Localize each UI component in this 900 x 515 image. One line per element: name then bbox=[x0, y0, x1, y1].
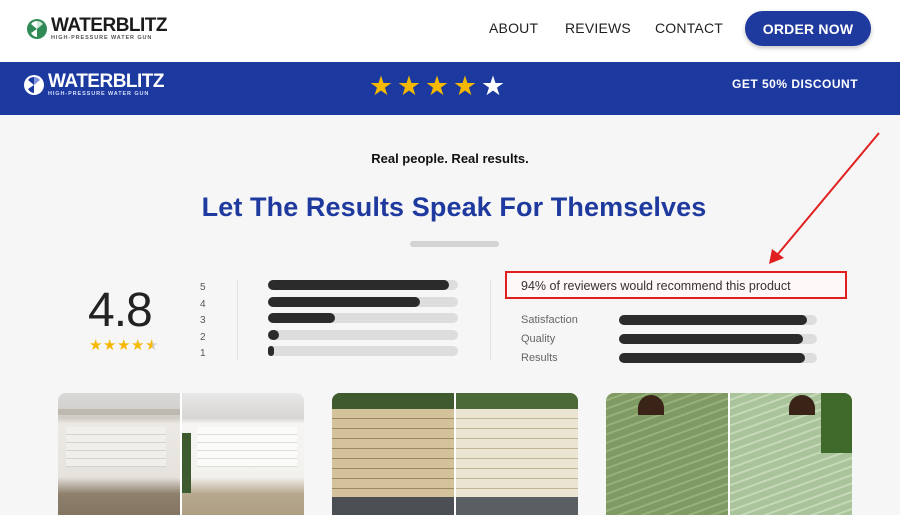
logo-mark-icon bbox=[24, 74, 44, 95]
metric-bar bbox=[619, 333, 817, 344]
rating-distribution-bars bbox=[268, 280, 458, 363]
nav-link-about[interactable]: ABOUT bbox=[489, 20, 538, 36]
metric-bar-fill bbox=[619, 333, 804, 344]
metric-bar-fill bbox=[619, 314, 808, 325]
section-headline: Let The Results Speak For Themselves bbox=[201, 192, 707, 222]
star-level-label: 1 bbox=[200, 348, 206, 359]
star-level-label: 5 bbox=[200, 282, 206, 293]
star-level-labels: 5 4 3 2 1 bbox=[200, 282, 206, 365]
banner-star-rating: ★ ★ ★ ★ ★ bbox=[367, 73, 507, 100]
logo[interactable]: WATERBLITZ HIGH-PRESSURE WATER GUN bbox=[27, 15, 168, 42]
banner-logo[interactable]: WATERBLITZ HIGH-PRESSURE WATER GUN bbox=[24, 71, 165, 98]
star-icon: ★ bbox=[368, 71, 394, 101]
after-photo bbox=[729, 393, 852, 515]
logo-brand: WATERBLITZ bbox=[51, 15, 168, 36]
star-icon: ★ bbox=[103, 337, 117, 354]
distribution-bar-fill bbox=[268, 296, 420, 307]
metric-bar bbox=[619, 352, 817, 363]
star-icon: ★ bbox=[131, 337, 145, 354]
distribution-bar-fill bbox=[268, 346, 274, 356]
metric-bar-fill bbox=[619, 352, 806, 363]
star-level-label: 3 bbox=[200, 315, 206, 326]
after-photo bbox=[181, 393, 304, 515]
logo-mark-icon bbox=[27, 18, 47, 39]
average-score: 4.8 bbox=[88, 284, 153, 337]
photo-card-garage[interactable] bbox=[58, 393, 304, 515]
before-photo bbox=[332, 393, 455, 515]
discount-link[interactable]: GET 50% DISCOUNT bbox=[732, 77, 858, 91]
order-now-button[interactable]: ORDER NOW bbox=[745, 11, 871, 46]
after-photo bbox=[455, 393, 578, 515]
star-icon: ★ bbox=[396, 71, 422, 101]
rating-divider bbox=[237, 280, 238, 360]
rating-divider bbox=[490, 280, 491, 360]
star-level-label: 4 bbox=[200, 298, 206, 310]
section-eyebrow: Real people. Real results. bbox=[371, 151, 529, 166]
nav-link-contact[interactable]: CONTACT bbox=[655, 20, 723, 36]
distribution-bar-fill bbox=[268, 280, 449, 290]
distribution-bar bbox=[268, 313, 458, 323]
distribution-bar bbox=[268, 346, 458, 356]
before-photo bbox=[606, 393, 729, 515]
distribution-bar bbox=[268, 329, 458, 340]
metric-label: Results bbox=[521, 351, 558, 364]
rating-metrics: Satisfaction Quality Results bbox=[521, 310, 817, 367]
metric-row: Quality bbox=[521, 329, 817, 348]
metric-row: Satisfaction bbox=[521, 310, 817, 329]
star-icon: ★ bbox=[117, 337, 131, 354]
half-star-icon: ★ bbox=[145, 337, 159, 354]
star-icon: ★ bbox=[424, 71, 450, 101]
photo-card-brick-wall[interactable] bbox=[332, 393, 578, 515]
nav-link-reviews[interactable]: REVIEWS bbox=[565, 20, 631, 36]
metric-label: Quality bbox=[521, 332, 556, 345]
top-navigation: WATERBLITZ HIGH-PRESSURE WATER GUN ABOUT… bbox=[0, 0, 900, 62]
promo-banner: WATERBLITZ HIGH-PRESSURE WATER GUN ★ ★ ★ ★ ★… bbox=[0, 62, 900, 115]
recommend-text: 94% of reviewers would recommend this pr… bbox=[521, 279, 791, 293]
metric-label: Satisfaction bbox=[521, 313, 578, 326]
banner-logo-brand: WATERBLITZ bbox=[48, 71, 165, 92]
metric-row: Results bbox=[521, 348, 817, 367]
star-icon: ★ bbox=[89, 337, 103, 354]
distribution-bar-fill bbox=[268, 313, 335, 323]
distribution-bar bbox=[268, 280, 458, 290]
logo-tagline: HIGH-PRESSURE WATER GUN bbox=[51, 35, 153, 41]
star-icon: ★ bbox=[480, 71, 506, 101]
headline-divider bbox=[410, 241, 499, 247]
banner-logo-tagline: HIGH-PRESSURE WATER GUN bbox=[48, 91, 150, 97]
metric-bar bbox=[619, 314, 817, 325]
average-star-icons: ★ ★ ★ ★ ★ bbox=[89, 338, 159, 353]
before-photo bbox=[58, 393, 181, 515]
star-icon: ★ bbox=[452, 71, 478, 101]
distribution-bar-fill bbox=[268, 329, 280, 340]
star-level-label: 2 bbox=[200, 331, 206, 343]
photo-card-siding[interactable] bbox=[606, 393, 852, 515]
distribution-bar bbox=[268, 296, 458, 307]
